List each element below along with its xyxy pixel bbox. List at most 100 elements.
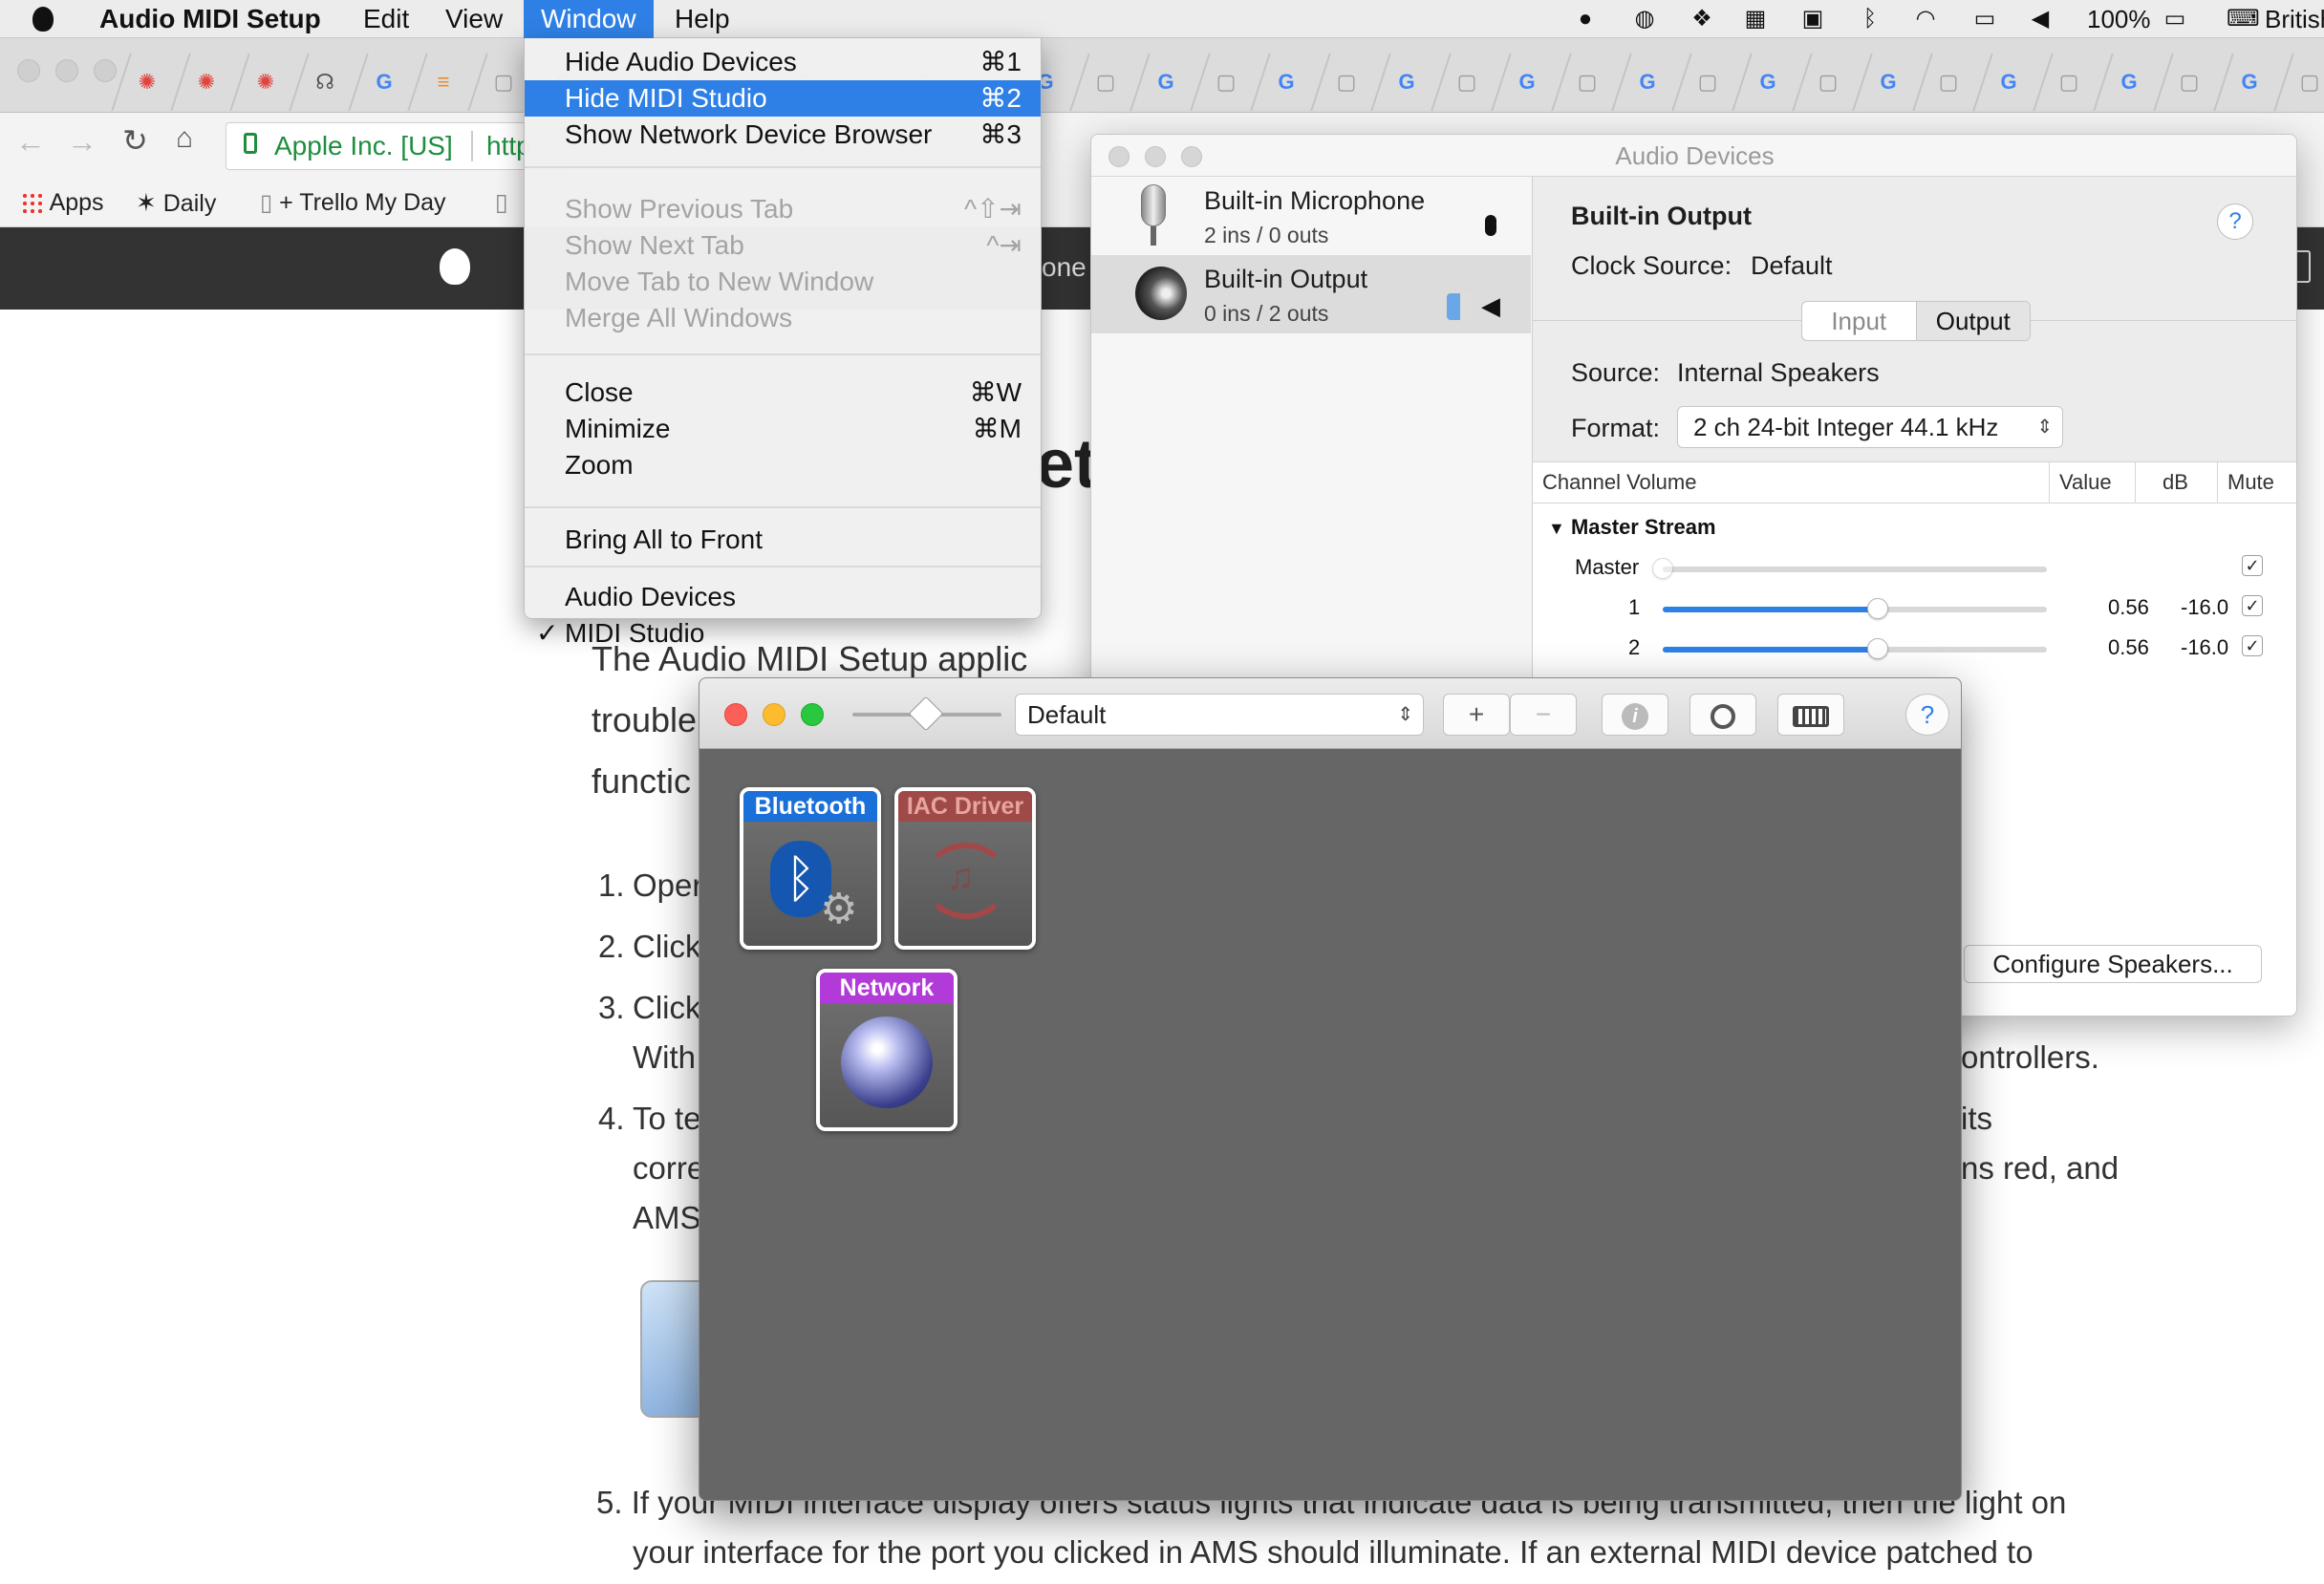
help-button[interactable]: ? [1905, 694, 1949, 736]
col-db[interactable]: dB [2135, 462, 2217, 504]
device-body: ᛒ ⚙ [743, 822, 877, 946]
volume-slider[interactable] [1652, 558, 2047, 579]
step-1-num: 1. [598, 867, 625, 903]
home-icon[interactable]: ⌂ [176, 122, 193, 155]
menu-edit[interactable]: Edit [363, 0, 409, 38]
menu-item-move-tab-to-new-window: Move Tab to New Window [525, 264, 1041, 300]
menu-item-midi-studio[interactable]: ✓ MIDI Studio [525, 615, 1041, 652]
airplay-icon[interactable]: ▭ [1970, 6, 1999, 32]
icon-size-slider-knob[interactable] [908, 696, 944, 732]
menu-item-audio-devices[interactable]: Audio Devices [525, 579, 1041, 615]
dropbox-icon[interactable]: ❖ [1688, 6, 1716, 32]
menu-item-minimize[interactable]: Minimize ⌘M [525, 411, 1041, 447]
address-divider [471, 131, 473, 161]
menu-item-show-next-tab: Show Next Tab ^⇥ [525, 227, 1041, 264]
mute-checkbox[interactable]: ✓ [2242, 555, 2263, 576]
close-button[interactable] [724, 703, 747, 726]
keyboard-icon[interactable]: ⌨ [2227, 6, 2260, 32]
volume-slider-knob[interactable] [1867, 598, 1889, 619]
reload-icon[interactable]: ↻ [122, 122, 148, 159]
bluetooth-icon[interactable]: ᛒ [1856, 6, 1884, 32]
device-row-output[interactable]: Built-in Output 0 ins / 2 outs ◀ [1091, 255, 1531, 333]
status-app-icon[interactable]: ● [1571, 6, 1600, 32]
menu-item-bring-all-to-front[interactable]: Bring All to Front [525, 522, 1041, 558]
minimize-button[interactable] [763, 703, 785, 726]
apple-menu-icon[interactable] [32, 0, 54, 38]
docker-icon[interactable]: ▦ [1741, 6, 1770, 32]
menu-item-hide-audio-devices[interactable]: Hide Audio Devices ⌘1 [525, 44, 1041, 80]
close-dot[interactable] [17, 59, 40, 82]
minimize-button[interactable] [1145, 146, 1166, 167]
battery-icon[interactable]: ▭ [2154, 6, 2196, 32]
col-channel-volume[interactable]: Channel Volume [1533, 462, 2049, 504]
show-info-button[interactable]: i [1602, 694, 1668, 736]
wifi-icon[interactable]: ◠ [1911, 6, 1940, 32]
menu-item-hide-midi-studio[interactable]: Hide MIDI Studio ⌘2 [525, 80, 1041, 117]
tab-favicon-icon: ▢ [1216, 70, 1237, 94]
tab-input[interactable]: Input [1802, 302, 1916, 340]
help-button[interactable]: ? [2217, 203, 2253, 240]
configuration-select[interactable]: Default ⇕ [1015, 694, 1424, 736]
menu-item-close[interactable]: Close ⌘W [525, 375, 1041, 411]
iac-driver-device[interactable]: IAC Driver ♫ [894, 787, 1036, 950]
configure-speakers-button[interactable]: Configure Speakers... [1964, 945, 2262, 983]
close-button[interactable] [1108, 146, 1130, 167]
mute-checkbox[interactable]: ✓ [2242, 595, 2263, 616]
channel-label: 2 [1628, 635, 1641, 659]
tab-favicon-icon: G [1157, 70, 1174, 94]
menu-item-shortcut: ^⇥ [986, 230, 1022, 260]
tab-output[interactable]: Output [1915, 302, 2030, 340]
info-icon: i [1622, 702, 1648, 730]
test-setup-button[interactable] [1777, 694, 1844, 736]
input-source[interactable]: British [2265, 0, 2324, 38]
app-menu[interactable]: Audio MIDI Setup [99, 0, 321, 38]
battery-percent[interactable]: 100% [2087, 0, 2151, 38]
volume-slider-knob[interactable] [1867, 638, 1889, 659]
lock-icon[interactable]: ▣ [1798, 6, 1827, 32]
channel-db: -16.0 [2181, 635, 2229, 659]
daily-bookmark[interactable]: ✶ Daily [136, 178, 216, 227]
volume-icon[interactable]: ◀ [2026, 6, 2055, 32]
menu-view[interactable]: View [445, 0, 503, 38]
trello-bookmark[interactable]: ▯ + Trello My Day [260, 178, 446, 227]
volume-slider[interactable] [1663, 638, 2047, 659]
page-icon[interactable]: ▯ [495, 178, 508, 227]
menu-window[interactable]: Window [524, 0, 654, 38]
mic-stand [1151, 226, 1156, 246]
format-select[interactable]: 2 ch 24-bit Integer 44.1 kHz ⇕ [1677, 406, 2063, 448]
col-value[interactable]: Value [2049, 462, 2135, 504]
source-value[interactable]: Internal Speakers [1677, 358, 1880, 388]
zoom-button[interactable] [801, 703, 824, 726]
menu-help[interactable]: Help [675, 0, 730, 38]
bluetooth-device[interactable]: Bluetooth ᛒ ⚙ [740, 787, 881, 950]
stream-row[interactable]: ▼ Master Stream [1548, 515, 1716, 540]
rescan-button[interactable] [1689, 694, 1756, 736]
menu-item-show-network-device-browser[interactable]: Show Network Device Browser ⌘3 [525, 117, 1041, 153]
zoom-dot[interactable] [94, 59, 117, 82]
tab-favicon-icon: ✺ [197, 70, 216, 94]
trello-bookmark-label: + Trello My Day [279, 189, 446, 216]
remove-device-button[interactable]: − [1510, 694, 1577, 736]
device-row-microphone[interactable]: Built-in Microphone 2 ins / 0 outs [1091, 177, 1531, 255]
network-device[interactable]: Network [816, 969, 958, 1131]
apps-bookmark[interactable]: Apps [21, 178, 104, 227]
address-bar[interactable]: Apple Inc. [US] http [226, 122, 570, 170]
zoom-button[interactable] [1181, 146, 1202, 167]
volume-slider-knob[interactable] [1652, 558, 1673, 579]
volume-slider[interactable] [1663, 598, 2047, 619]
apple-logo-icon[interactable] [440, 248, 470, 285]
mute-checkbox[interactable]: ✓ [2242, 635, 2263, 656]
back-icon[interactable]: ← [15, 124, 46, 160]
forward-icon[interactable]: → [67, 124, 97, 160]
step-3-cont: With [633, 1039, 696, 1075]
tab-favicon-icon: ▢ [2179, 70, 2200, 94]
step-3-text: Click [633, 990, 701, 1025]
globe-icon[interactable]: ◍ [1630, 6, 1659, 32]
col-mute[interactable]: Mute [2217, 462, 2296, 504]
microphone-icon [1141, 184, 1166, 226]
menu-item-zoom[interactable]: Zoom [525, 447, 1041, 483]
add-device-button[interactable]: + [1443, 694, 1510, 736]
volume-slider-fill [1663, 607, 1879, 612]
clock-source-value[interactable]: Default [1751, 251, 1833, 281]
minimize-dot[interactable] [55, 59, 78, 82]
